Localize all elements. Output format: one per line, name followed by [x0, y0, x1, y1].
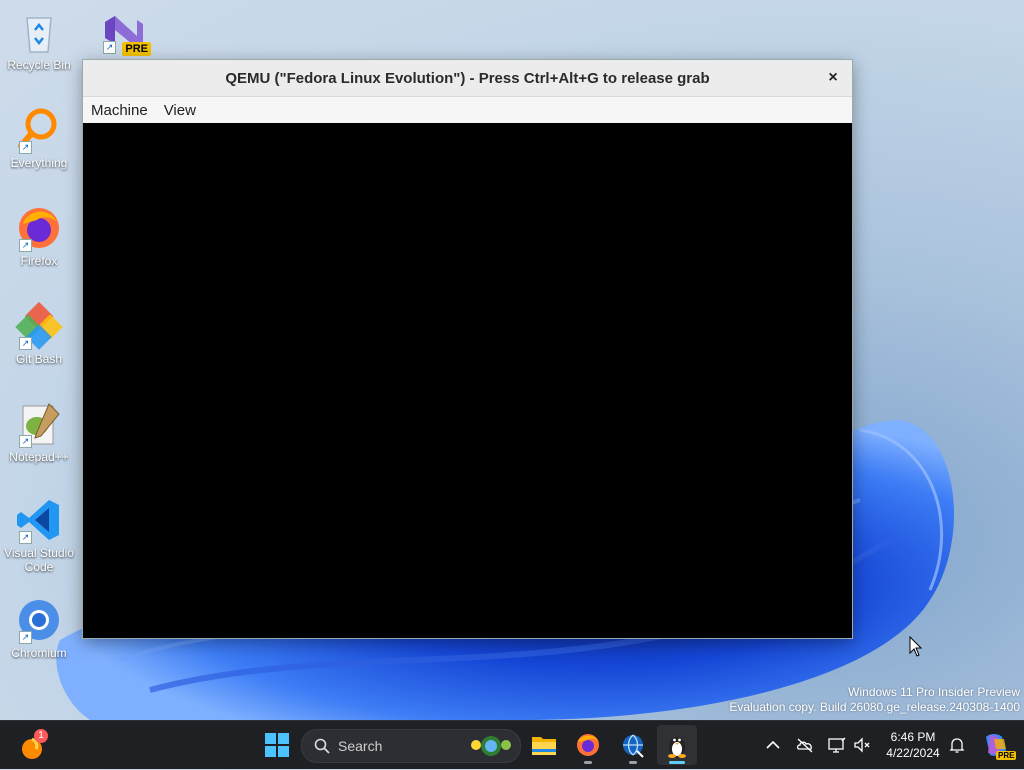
window-titlebar[interactable]: QEMU ("Fedora Linux Evolution") - Press … [83, 60, 852, 97]
taskbar-network-app[interactable] [613, 725, 653, 765]
pre-badge: PRE [996, 751, 1017, 760]
folder-icon [532, 737, 556, 755]
shortcut-arrow-icon: ↗ [103, 41, 116, 54]
everything-search-icon: ↗ [15, 106, 63, 154]
shortcut-arrow-icon: ↗ [19, 239, 32, 252]
copilot-button[interactable]: PRE [976, 725, 1017, 765]
desktop-icon-label: Chromium [11, 646, 67, 660]
menu-view[interactable]: View [156, 102, 204, 119]
desktop-icon-notepad-plus-plus[interactable]: ↗ Notepad++ [4, 400, 74, 464]
window-title: QEMU ("Fedora Linux Evolution") - Press … [225, 69, 710, 87]
onedrive-offline-icon[interactable] [795, 735, 815, 755]
taskbar-search[interactable]: Search [301, 729, 521, 763]
desktop-icon-label: Notepad++ [9, 450, 69, 464]
desktop-icon-label: Git Bash [15, 352, 63, 366]
desktop-icon-label: Everything [10, 156, 68, 170]
globe-icon [623, 734, 644, 758]
start-button[interactable] [257, 725, 297, 765]
visual-studio-icon: PRE ↗ [99, 6, 151, 56]
desktop-icon-label: Recycle Bin [7, 58, 71, 72]
evaluation-watermark: Windows 11 Pro Insider Preview Evaluatio… [729, 685, 1020, 715]
shortcut-arrow-icon: ↗ [19, 631, 32, 644]
desktop-icon-chromium[interactable]: ↗ Chromium [4, 596, 74, 660]
clock-time: 6:46 PM [890, 730, 936, 744]
active-indicator [669, 761, 685, 764]
search-highlight-icon [471, 736, 511, 756]
tux-icon [668, 737, 686, 758]
shortcut-arrow-icon: ↗ [19, 435, 32, 448]
system-clock[interactable]: 6:46 PM 4/22/2024 [880, 729, 946, 761]
notepad-plus-plus-icon: ↗ [15, 400, 63, 448]
pre-badge: PRE [122, 42, 151, 56]
taskbar: 1 Search 6:46 PM 4/22/2024 PRE [0, 720, 1024, 769]
desktop-icon-visual-studio-code[interactable]: ↗ Visual Studio Code [4, 496, 74, 574]
search-label: Search [338, 738, 383, 754]
watermark-edition: Windows 11 Pro Insider Preview [848, 685, 1020, 699]
desktop-icon-firefox[interactable]: ↗ Firefox [4, 204, 74, 268]
bell-icon[interactable] [947, 735, 967, 755]
desktop-icon-label: Visual Studio Code [4, 546, 74, 574]
taskbar-firefox[interactable] [568, 725, 608, 765]
taskbar-file-explorer[interactable] [524, 725, 564, 765]
shortcut-arrow-icon: ↗ [19, 141, 32, 154]
firefox-icon: ↗ [15, 204, 63, 252]
close-button[interactable]: × [824, 69, 842, 87]
shortcut-arrow-icon: ↗ [19, 337, 32, 350]
widgets-button[interactable]: 1 [12, 725, 52, 765]
desktop-icon-git-bash[interactable]: ↗ Git Bash [4, 301, 74, 366]
notification-badge: 1 [34, 729, 48, 743]
chevron-up-icon[interactable] [763, 735, 783, 755]
windows-logo-icon [265, 733, 289, 757]
vscode-icon: ↗ [15, 496, 63, 544]
desktop-icon-recycle-bin[interactable]: Recycle Bin [4, 8, 74, 72]
menu-bar: Machine View [83, 97, 852, 124]
search-icon [314, 738, 330, 754]
menu-machine[interactable]: Machine [83, 102, 156, 119]
chromium-icon: ↗ [15, 596, 63, 644]
watermark-build: Evaluation copy. Build 26080.ge_release.… [729, 700, 1020, 714]
mouse-cursor-icon [909, 636, 923, 657]
qemu-window[interactable]: QEMU ("Fedora Linux Evolution") - Press … [82, 59, 853, 639]
desktop-icon-everything[interactable]: ↗ Everything [4, 106, 74, 170]
running-indicator [584, 761, 592, 764]
firefox-icon [577, 734, 599, 756]
taskbar-qemu[interactable] [657, 725, 697, 765]
desktop-icon-label: Firefox [20, 254, 58, 268]
network-icon[interactable] [827, 735, 847, 755]
git-bash-icon: ↗ [15, 301, 63, 350]
clock-date: 4/22/2024 [886, 746, 940, 760]
shortcut-arrow-icon: ↗ [19, 531, 32, 544]
volume-muted-icon[interactable] [852, 735, 872, 755]
recycle-bin-icon [15, 8, 63, 56]
running-indicator [629, 761, 637, 764]
desktop-icon-visual-studio-preview[interactable]: PRE ↗ [88, 6, 158, 56]
vm-display[interactable] [83, 123, 852, 638]
